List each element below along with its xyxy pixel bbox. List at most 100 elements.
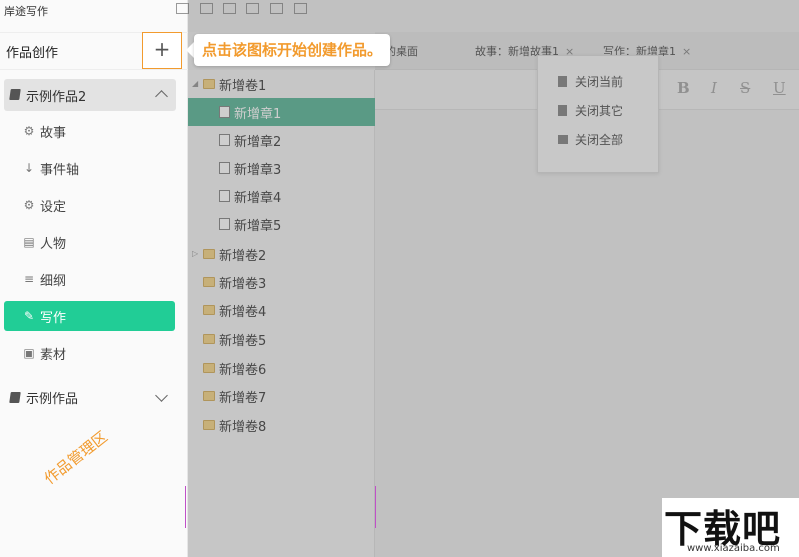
folder-icon <box>203 334 215 344</box>
pencil-icon: ✎ <box>23 309 35 323</box>
nav-item-label: 故事 <box>40 126 67 141</box>
nav-item-writing[interactable]: ✎ 写作 <box>4 301 175 331</box>
bold-button[interactable]: B <box>677 79 690 97</box>
nav-item-label: 素材 <box>40 348 67 363</box>
tree-label: 新增章1 <box>234 107 282 122</box>
tree-folder[interactable]: ◢ 新增卷1 <box>188 70 375 98</box>
nav-item-characters[interactable]: ▤ 人物 <box>4 227 175 257</box>
tree-folder[interactable]: 新增卷5 <box>188 325 375 353</box>
callout-arrow <box>186 42 194 58</box>
app-title: 岸途写作 <box>4 5 48 18</box>
layout-icon[interactable] <box>246 3 259 14</box>
tree-folder[interactable]: 新增卷3 <box>188 268 375 296</box>
menu-close-others[interactable]: 关闭其它 <box>538 97 658 125</box>
id-card-icon: ▤ <box>23 235 35 249</box>
nav-item-materials[interactable]: ▣ 素材 <box>4 338 175 368</box>
tree-doc[interactable]: 新增章3 <box>188 154 375 182</box>
watermark-url: www.xiazaiba.com <box>687 543 780 554</box>
document-icon <box>219 162 230 174</box>
layout-icon[interactable] <box>200 3 213 14</box>
sort-icon: ↓ <box>23 161 35 175</box>
document-icon <box>219 190 230 202</box>
grid-icon <box>558 135 568 144</box>
watermark-logo: 下载吧 www.xiazaiba.com <box>662 498 799 557</box>
tree-folder[interactable]: 新增卷8 <box>188 411 375 439</box>
tree-doc[interactable]: 新增章2 <box>188 126 375 154</box>
document-icon <box>219 106 230 118</box>
file-icon <box>558 76 567 87</box>
project-item-1[interactable]: 示例作品2 <box>4 79 176 111</box>
tree-label: 新增卷3 <box>219 277 267 292</box>
nav-item-label: 写作 <box>40 311 67 326</box>
tree-folder[interactable]: 新增卷7 <box>188 382 375 410</box>
book-icon <box>9 89 21 100</box>
folder-icon <box>203 249 215 259</box>
divider <box>185 486 186 528</box>
tree-label: 新增卷7 <box>219 391 267 406</box>
help-icon[interactable] <box>270 3 283 14</box>
tree-folder[interactable]: ▷ 新增卷2 <box>188 240 375 268</box>
underline-button[interactable]: U <box>773 79 786 97</box>
tree-doc-selected[interactable]: 新增章1 <box>188 98 375 126</box>
nav-item-timeline[interactable]: ↓ 事件轴 <box>4 153 175 183</box>
nav-item-label: 事件轴 <box>40 163 80 178</box>
layout-icon[interactable] <box>223 3 236 14</box>
lifebuoy-icon: ⚙ <box>23 124 35 138</box>
folder-icon <box>203 305 215 315</box>
project-label: 示例作品 <box>26 392 79 407</box>
works-title: 作品创作 <box>6 46 59 61</box>
tree-label: 新增卷1 <box>219 79 267 94</box>
menu-close-current[interactable]: 关闭当前 <box>538 68 658 96</box>
project-label: 示例作品2 <box>26 90 87 105</box>
folder-icon <box>203 420 215 430</box>
strikethrough-button[interactable]: S <box>740 79 750 97</box>
document-icon <box>219 134 230 146</box>
manage-area-annotation: 作品管理区 <box>40 427 111 488</box>
folder-icon <box>203 391 215 401</box>
tree-label: 新增卷5 <box>219 334 267 349</box>
tree-label: 新增卷6 <box>219 363 267 378</box>
folder-icon <box>203 79 215 89</box>
image-frame-icon: ▣ <box>23 346 35 360</box>
book-icon <box>9 392 21 403</box>
list-icon: ≡ <box>23 272 35 286</box>
menu-close-all[interactable]: 关闭全部 <box>538 126 658 154</box>
tree-doc[interactable]: 新增章5 <box>188 210 375 238</box>
monitor-icon[interactable] <box>294 3 307 14</box>
divider <box>375 486 376 528</box>
menu-label: 关闭全部 <box>575 133 624 147</box>
tree-label: 新增章5 <box>234 219 282 234</box>
caret-right-icon[interactable]: ▷ <box>192 249 198 258</box>
italic-button[interactable]: I <box>711 79 717 97</box>
nav-item-story[interactable]: ⚙ 故事 <box>4 116 175 146</box>
files-icon <box>558 105 567 116</box>
tree-folder[interactable]: 新增卷6 <box>188 354 375 382</box>
menu-label: 关闭当前 <box>575 75 624 89</box>
nav-item-settings[interactable]: ⚙ 设定 <box>4 190 175 220</box>
document-icon <box>219 218 230 230</box>
tree-folder[interactable]: 新增卷4 <box>188 296 375 324</box>
layout-icon[interactable] <box>176 3 189 14</box>
sidebar: 岸途写作 作品创作 示例作品2 ⚙ 故事 ↓ 事件轴 ⚙ 设定 ▤ 人物 ≡ 细… <box>0 0 188 557</box>
folder-icon <box>203 363 215 373</box>
tutorial-callout: 点击该图标开始创建作品。 <box>194 34 391 66</box>
nav-item-label: 人物 <box>40 237 67 252</box>
tree-label: 新增卷8 <box>219 420 267 435</box>
add-work-button[interactable]: + <box>142 32 182 69</box>
chapter-tree: ◢ 新增卷1 新增章1 新增章2 新增章3 新增章4 新增章5 ▷ 新增卷2 新… <box>188 70 375 557</box>
nav-item-label: 设定 <box>40 200 67 215</box>
tree-label: 新增章2 <box>234 135 282 150</box>
menu-label: 关闭其它 <box>575 104 624 118</box>
caret-down-icon[interactable]: ◢ <box>192 79 198 88</box>
close-icon[interactable]: × <box>682 45 691 58</box>
tree-label: 新增章4 <box>234 191 282 206</box>
project-item-2[interactable]: 示例作品 <box>4 382 176 412</box>
tree-label: 新增卷2 <box>219 249 267 264</box>
nav-item-outline[interactable]: ≡ 细纲 <box>4 264 175 294</box>
tree-doc[interactable]: 新增章4 <box>188 182 375 210</box>
tree-label: 新增卷4 <box>219 305 267 320</box>
toolbar <box>176 0 799 32</box>
folder-icon <box>203 277 215 287</box>
gears-icon: ⚙ <box>23 198 35 212</box>
nav-item-label: 细纲 <box>40 274 67 289</box>
